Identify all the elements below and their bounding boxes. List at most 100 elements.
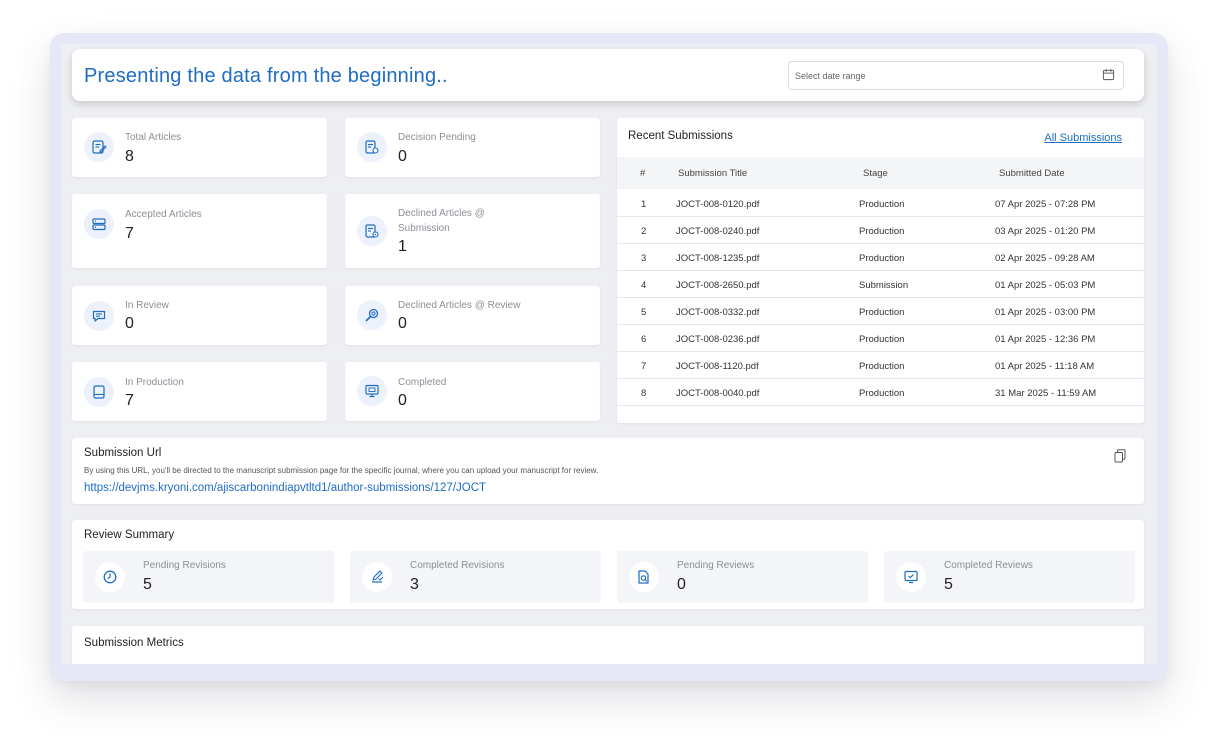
calendar-icon[interactable] <box>1102 68 1115 81</box>
review-summary-panel: Review Summary Pending Revisions 5 Compl… <box>72 520 1144 609</box>
review-label: Completed Revisions <box>410 560 505 571</box>
cell-date: 03 Apr 2025 - 01:20 PM <box>995 226 1096 237</box>
cell-title: JOCT-008-1235.pdf <box>676 253 760 264</box>
edit-document-icon <box>84 132 114 162</box>
stat-value: 0 <box>398 315 407 332</box>
table-row[interactable]: 2 JOCT-008-0240.pdf Production 03 Apr 2025 … <box>617 217 1144 244</box>
cell-stage: Production <box>859 361 905 372</box>
stat-card-completed[interactable]: Completed 0 <box>345 362 600 421</box>
cell-number: 8 <box>641 388 647 399</box>
cell-date: 07 Apr 2025 - 07:28 PM <box>995 199 1096 210</box>
submission-url-link[interactable]: https://devjms.kryoni.com/ajiscarbonindi… <box>84 482 486 494</box>
review-value: 5 <box>143 576 152 593</box>
stat-value: 8 <box>125 148 134 165</box>
submission-metrics-title: Submission Metrics <box>84 637 184 649</box>
book-icon <box>84 377 114 407</box>
submission-url-title: Submission Url <box>84 447 162 459</box>
cell-title: JOCT-008-1120.pdf <box>676 361 759 372</box>
document-search-icon <box>629 562 659 592</box>
submission-metrics-panel: Submission Metrics <box>72 626 1144 664</box>
table-row[interactable]: 4 JOCT-008-2650.pdf Submission 01 Apr 2025 … <box>617 271 1144 298</box>
stat-value: 7 <box>125 392 134 409</box>
cell-date: 01 Apr 2025 - 12:36 PM <box>995 334 1096 345</box>
cell-title: JOCT-008-2650.pdf <box>676 280 760 291</box>
review-card-completed-reviews[interactable]: Completed Reviews 5 <box>884 551 1135 603</box>
stat-value: 7 <box>125 225 134 242</box>
table-row[interactable]: 3 JOCT-008-1235.pdf Production 02 Apr 2025 … <box>617 244 1144 271</box>
review-label: Completed Reviews <box>944 560 1033 571</box>
table-row[interactable]: 7 JOCT-008-1120.pdf Production 01 Apr 2025 … <box>617 352 1144 379</box>
stat-value: 0 <box>125 315 134 332</box>
cell-title: JOCT-008-0040.pdf <box>676 388 760 399</box>
recent-submissions-panel: Recent Submissions All Submissions # Sub… <box>617 118 1144 423</box>
review-label: Pending Reviews <box>677 560 755 571</box>
stat-label: Declined Articles @ Review <box>398 300 521 311</box>
cell-date: 01 Apr 2025 - 11:18 AM <box>995 361 1095 372</box>
all-submissions-link[interactable]: All Submissions <box>1044 132 1122 144</box>
stat-value: 0 <box>398 392 407 409</box>
monitor-icon <box>357 376 387 406</box>
stat-label: Accepted Articles <box>125 209 202 220</box>
review-card-pending-reviews[interactable]: Pending Reviews 0 <box>617 551 868 603</box>
cell-title: JOCT-008-0332.pdf <box>676 307 760 318</box>
table-row[interactable]: 6 JOCT-008-0236.pdf Production 01 Apr 2025 … <box>617 325 1144 352</box>
recent-submissions-title: Recent Submissions <box>628 130 733 142</box>
review-value: 0 <box>677 576 686 593</box>
stat-card-in-production[interactable]: In Production 7 <box>72 362 327 421</box>
cell-date: 02 Apr 2025 - 09:28 AM <box>995 253 1095 264</box>
cell-stage: Submission <box>859 280 909 291</box>
stat-label: In Production <box>125 377 184 388</box>
column-header-stage: Stage <box>863 168 888 179</box>
cell-title: JOCT-008-0120.pdf <box>676 199 760 210</box>
date-range-input[interactable]: Select date range <box>788 61 1124 90</box>
column-header-date: Submitted Date <box>999 168 1065 179</box>
review-card-completed-revisions[interactable]: Completed Revisions 3 <box>350 551 601 603</box>
stat-value: 1 <box>398 238 407 255</box>
cell-title: JOCT-008-0240.pdf <box>676 226 760 237</box>
cell-stage: Production <box>859 388 905 399</box>
stat-card-declined-submission[interactable]: Declined Articles @ Submission 1 <box>345 194 600 268</box>
cell-date: 31 Mar 2025 - 11:59 AM <box>995 388 1097 399</box>
table-row[interactable]: 8 JOCT-008-0040.pdf Production 31 Mar 2025 … <box>617 379 1144 406</box>
server-icon <box>84 209 114 239</box>
document-gear-icon <box>357 216 387 246</box>
table-header: # Submission Title Stage Submitted Date <box>617 157 1144 189</box>
stat-label: Decision Pending <box>398 132 476 143</box>
cell-date: 01 Apr 2025 - 03:00 PM <box>995 307 1096 318</box>
stat-card-declined-review[interactable]: Declined Articles @ Review 0 <box>345 286 600 345</box>
submission-url-description: By using this URL, you'll be directed to… <box>84 466 599 475</box>
date-range-placeholder: Select date range <box>795 71 866 81</box>
table-row[interactable]: 5 JOCT-008-0332.pdf Production 01 Apr 2025 … <box>617 298 1144 325</box>
cell-date: 01 Apr 2025 - 05:03 PM <box>995 280 1096 291</box>
page-title: Presenting the data from the beginning.. <box>84 65 448 87</box>
stat-label: Completed <box>398 377 447 388</box>
search-icon <box>357 300 387 330</box>
stat-label: Total Articles <box>125 132 182 143</box>
stat-card-in-review[interactable]: In Review 0 <box>72 286 327 345</box>
document-settings-icon <box>357 132 387 162</box>
stat-card-decision-pending[interactable]: Decision Pending 0 <box>345 118 600 177</box>
review-card-pending-revisions[interactable]: Pending Revisions 5 <box>83 551 334 603</box>
cell-number: 4 <box>641 280 647 291</box>
review-summary-title: Review Summary <box>84 529 175 541</box>
column-header-title: Submission Title <box>678 168 748 179</box>
cell-stage: Production <box>859 334 905 345</box>
edit-check-icon <box>362 562 392 592</box>
dashboard-screen: Presenting the data from the beginning..… <box>61 44 1157 664</box>
stat-label: Declined Articles @ Submission <box>398 208 485 234</box>
table-row[interactable]: 1 JOCT-008-0120.pdf Production 07 Apr 2025 … <box>617 190 1144 217</box>
chat-icon <box>84 301 114 331</box>
cell-stage: Production <box>859 253 905 264</box>
cell-number: 3 <box>641 253 647 264</box>
copy-icon[interactable] <box>1114 449 1126 463</box>
clock-icon <box>95 562 125 592</box>
cell-number: 1 <box>641 199 647 210</box>
review-value: 5 <box>944 576 953 593</box>
review-label: Pending Revisions <box>143 560 226 571</box>
cell-stage: Production <box>859 307 905 318</box>
cell-number: 2 <box>641 226 647 237</box>
cell-number: 6 <box>641 334 647 345</box>
stat-card-total-articles[interactable]: Total Articles 8 <box>72 118 327 177</box>
stat-card-accepted-articles[interactable]: Accepted Articles 7 <box>72 194 327 268</box>
monitor-check-icon <box>896 562 926 592</box>
